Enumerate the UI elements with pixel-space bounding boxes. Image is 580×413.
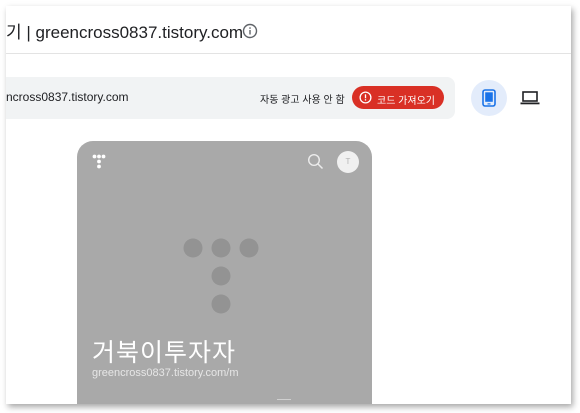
mobile-preview: T 거북이투자자 greencross0837.tistory.com/m [77,141,372,404]
mobile-device-icon [482,89,496,107]
site-bar: ncross0837.tistory.com 자동 광고 사용 안 함 코드 가… [6,77,455,119]
title-bar: 기 | greencross0837.tistory.com [6,6,571,54]
page-title: 기 | greencross0837.tistory.com [6,23,244,42]
desktop-device-icon[interactable] [520,89,540,107]
mobile-view-toggle[interactable] [471,80,507,116]
blog-url: greencross0837.tistory.com/m [92,367,239,379]
avatar[interactable]: T [337,151,359,173]
get-code-label: 코드 가져오기 [377,96,435,107]
truncated-element [277,399,291,404]
site-url: ncross0837.tistory.com [6,90,129,104]
auto-ads-status: 자동 광고 사용 안 함 [260,95,345,106]
get-code-button[interactable]: 코드 가져오기 [352,86,444,109]
alert-icon [359,91,372,104]
tistory-logo-icon [92,154,106,169]
ads-preview-window: 기 | greencross0837.tistory.com ncross083… [6,6,571,404]
tistory-logo-large-icon [183,238,259,314]
blog-name: 거북이투자자 [92,338,237,367]
search-icon[interactable] [307,153,324,170]
info-icon[interactable] [242,23,258,39]
